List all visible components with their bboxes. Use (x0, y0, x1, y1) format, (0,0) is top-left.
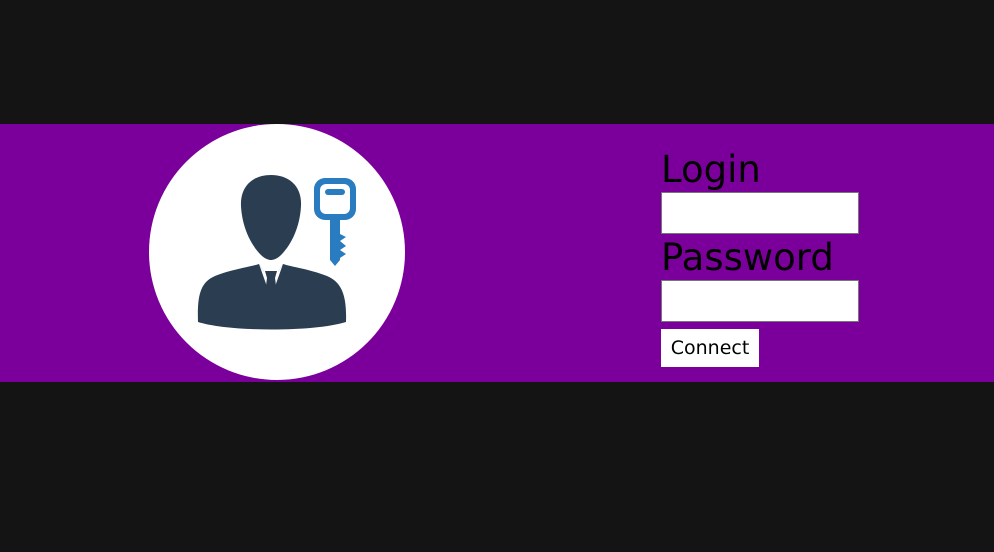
password-input[interactable] (661, 280, 859, 322)
password-label: Password (661, 236, 834, 279)
connect-button[interactable]: Connect (661, 329, 759, 367)
login-input[interactable] (661, 192, 859, 234)
login-form: Login Password Connect (661, 124, 921, 382)
key-icon (314, 178, 356, 266)
user-with-key-icon (197, 175, 356, 330)
avatar (149, 124, 405, 380)
login-label: Login (661, 148, 761, 191)
